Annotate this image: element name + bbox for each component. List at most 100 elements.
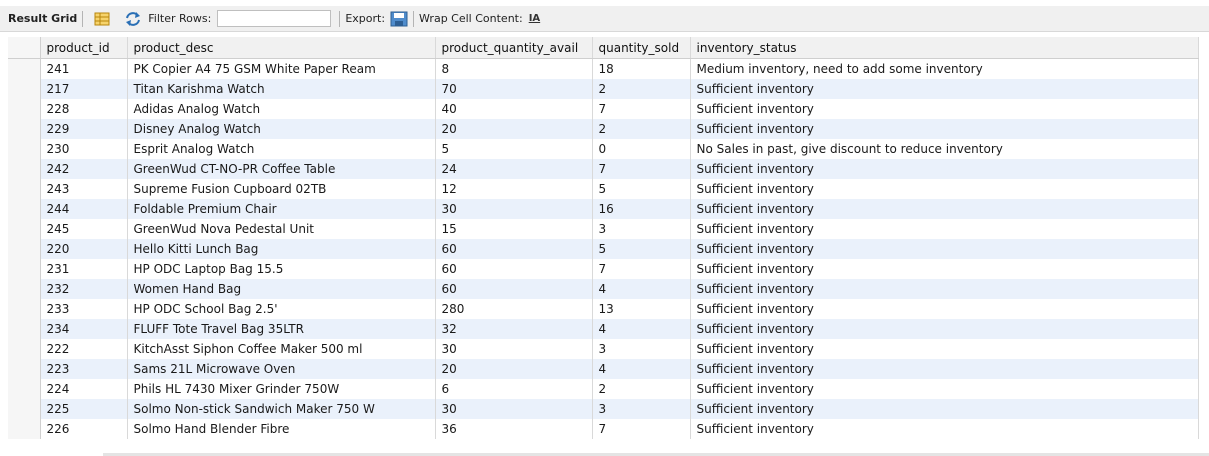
table-row[interactable]: 233 HP ODC School Bag 2.5' 280 13 Sufficient…: [8, 299, 1199, 319]
cell-quantity-sold[interactable]: 5: [592, 239, 691, 259]
cell-product-id[interactable]: 228: [40, 99, 128, 119]
table-row[interactable]: 232 Women Hand Bag 60 4 Sufficient inventory: [8, 279, 1199, 299]
cell-inventory-status[interactable]: Sufficient inventory: [690, 419, 1199, 439]
cell-product-desc[interactable]: FLUFF Tote Travel Bag 35LTR: [127, 319, 436, 339]
cell-product-quantity-avail[interactable]: 20: [435, 119, 593, 139]
result-grid-tab[interactable]: Result Grid: [8, 12, 77, 25]
save-export-icon[interactable]: [390, 11, 408, 27]
cell-product-desc[interactable]: Adidas Analog Watch: [127, 99, 436, 119]
table-row[interactable]: 234 FLUFF Tote Travel Bag 35LTR 32 4 Suffici…: [8, 319, 1199, 339]
cell-quantity-sold[interactable]: 4: [592, 279, 691, 299]
cell-quantity-sold[interactable]: 3: [592, 339, 691, 359]
cell-product-desc[interactable]: GreenWud Nova Pedestal Unit: [127, 219, 436, 239]
column-header-product-quantity-avail[interactable]: product_quantity_avail: [435, 37, 593, 59]
cell-inventory-status[interactable]: No Sales in past, give discount to reduc…: [690, 139, 1199, 159]
column-header-quantity-sold[interactable]: quantity_sold: [592, 37, 691, 59]
cell-quantity-sold[interactable]: 4: [592, 319, 691, 339]
row-selector[interactable]: [8, 58, 41, 79]
row-selector-header[interactable]: [8, 37, 41, 59]
cell-product-id[interactable]: 224: [40, 379, 128, 399]
grid-icon[interactable]: [94, 12, 110, 26]
cell-product-quantity-avail[interactable]: 30: [435, 339, 593, 359]
refresh-icon[interactable]: [124, 11, 142, 27]
cell-product-quantity-avail[interactable]: 20: [435, 359, 593, 379]
cell-product-id[interactable]: 242: [40, 159, 128, 179]
column-header-product-id[interactable]: product_id: [40, 37, 128, 59]
table-row[interactable]: 245 GreenWud Nova Pedestal Unit 15 3 Suffici…: [8, 219, 1199, 239]
cell-product-quantity-avail[interactable]: 70: [435, 79, 593, 99]
cell-product-desc[interactable]: Supreme Fusion Cupboard 02TB: [127, 179, 436, 199]
cell-product-id[interactable]: 230: [40, 139, 128, 159]
table-row[interactable]: 226 Solmo Hand Blender Fibre 36 7 Sufficient…: [8, 419, 1199, 439]
row-selector[interactable]: [8, 159, 41, 179]
cell-product-desc[interactable]: Phils HL 7430 Mixer Grinder 750W: [127, 379, 436, 399]
cell-quantity-sold[interactable]: 3: [592, 219, 691, 239]
cell-inventory-status[interactable]: Sufficient inventory: [690, 79, 1199, 99]
cell-product-desc[interactable]: HP ODC School Bag 2.5': [127, 299, 436, 319]
cell-product-desc[interactable]: Foldable Premium Chair: [127, 199, 436, 219]
cell-product-quantity-avail[interactable]: 32: [435, 319, 593, 339]
cell-inventory-status[interactable]: Sufficient inventory: [690, 179, 1199, 199]
row-selector[interactable]: [8, 279, 41, 299]
cell-inventory-status[interactable]: Sufficient inventory: [690, 339, 1199, 359]
row-selector[interactable]: [8, 419, 41, 439]
cell-product-quantity-avail[interactable]: 36: [435, 419, 593, 439]
cell-product-quantity-avail[interactable]: 40: [435, 99, 593, 119]
row-selector[interactable]: [8, 99, 41, 119]
cell-inventory-status[interactable]: Sufficient inventory: [690, 219, 1199, 239]
table-row[interactable]: 222 KitchAsst Siphon Coffee Maker 500 ml 3…: [8, 339, 1199, 359]
cell-product-quantity-avail[interactable]: 280: [435, 299, 593, 319]
cell-product-desc[interactable]: Sams 21L Microwave Oven: [127, 359, 436, 379]
cell-inventory-status[interactable]: Sufficient inventory: [690, 279, 1199, 299]
cell-product-id[interactable]: 229: [40, 119, 128, 139]
cell-product-id[interactable]: 232: [40, 279, 128, 299]
table-row[interactable]: 223 Sams 21L Microwave Oven 20 4 Sufficient …: [8, 359, 1199, 379]
column-header-inventory-status[interactable]: inventory_status: [690, 37, 1199, 59]
cell-inventory-status[interactable]: Sufficient inventory: [690, 319, 1199, 339]
row-selector[interactable]: [8, 379, 41, 399]
cell-product-desc[interactable]: HP ODC Laptop Bag 15.5: [127, 259, 436, 279]
cell-quantity-sold[interactable]: 7: [592, 99, 691, 119]
cell-inventory-status[interactable]: Sufficient inventory: [690, 379, 1199, 399]
table-row[interactable]: 231 HP ODC Laptop Bag 15.5 60 7 Sufficient i…: [8, 259, 1199, 279]
cell-product-quantity-avail[interactable]: 60: [435, 239, 593, 259]
cell-product-id[interactable]: 225: [40, 399, 128, 419]
cell-product-desc[interactable]: Esprit Analog Watch: [127, 139, 436, 159]
row-selector[interactable]: [8, 199, 41, 219]
cell-product-quantity-avail[interactable]: 60: [435, 279, 593, 299]
cell-product-quantity-avail[interactable]: 60: [435, 259, 593, 279]
row-selector[interactable]: [8, 319, 41, 339]
row-selector[interactable]: [8, 299, 41, 319]
row-selector[interactable]: [8, 119, 41, 139]
cell-inventory-status[interactable]: Sufficient inventory: [690, 299, 1199, 319]
cell-quantity-sold[interactable]: 4: [592, 359, 691, 379]
cell-quantity-sold[interactable]: 18: [592, 58, 691, 79]
row-selector[interactable]: [8, 399, 41, 419]
table-row[interactable]: 242 GreenWud CT-NO-PR Coffee Table 24 7 Suff…: [8, 159, 1199, 179]
cell-product-id[interactable]: 217: [40, 79, 128, 99]
cell-product-quantity-avail[interactable]: 5: [435, 139, 593, 159]
row-selector[interactable]: [8, 79, 41, 99]
filter-rows-input[interactable]: [217, 10, 332, 27]
column-header-product-desc[interactable]: product_desc: [127, 37, 436, 59]
cell-product-quantity-avail[interactable]: 15: [435, 219, 593, 239]
cell-quantity-sold[interactable]: 0: [592, 139, 691, 159]
cell-inventory-status[interactable]: Sufficient inventory: [690, 199, 1199, 219]
cell-product-id[interactable]: 231: [40, 259, 128, 279]
row-selector[interactable]: [8, 259, 41, 279]
cell-product-desc[interactable]: Titan Karishma Watch: [127, 79, 436, 99]
table-row[interactable]: 217 Titan Karishma Watch 70 2 Sufficient inv…: [8, 79, 1199, 99]
row-selector[interactable]: [8, 139, 41, 159]
table-row[interactable]: 224 Phils HL 7430 Mixer Grinder 750W 6 2 Suf…: [8, 379, 1199, 399]
table-row[interactable]: 230 Esprit Analog Watch 5 0 No Sales in past…: [8, 139, 1199, 159]
cell-product-id[interactable]: 241: [40, 58, 128, 79]
cell-product-quantity-avail[interactable]: 24: [435, 159, 593, 179]
cell-product-desc[interactable]: Solmo Hand Blender Fibre: [127, 419, 436, 439]
cell-product-desc[interactable]: KitchAsst Siphon Coffee Maker 500 ml: [127, 339, 436, 359]
cell-product-id[interactable]: 223: [40, 359, 128, 379]
cell-quantity-sold[interactable]: 16: [592, 199, 691, 219]
cell-product-quantity-avail[interactable]: 30: [435, 399, 593, 419]
cell-product-desc[interactable]: PK Copier A4 75 GSM White Paper Ream: [127, 58, 436, 79]
cell-quantity-sold[interactable]: 2: [592, 119, 691, 139]
cell-inventory-status[interactable]: Medium inventory, need to add some inven…: [690, 58, 1199, 79]
